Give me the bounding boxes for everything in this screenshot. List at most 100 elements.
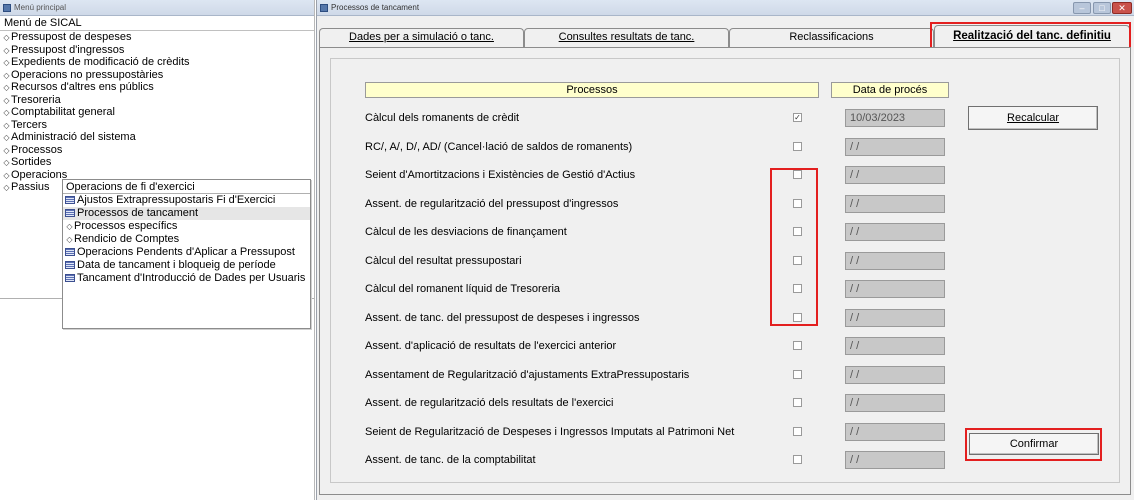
- process-row: Càlcul del resultat pressupostari / /: [365, 251, 945, 270]
- process-row: Assent. de regularització del pressupost…: [365, 194, 945, 213]
- process-label: Càlcul del resultat pressupostari: [365, 254, 522, 267]
- diamond-icon: ◇: [66, 222, 73, 231]
- process-row: RC/, A/, D/, AD/ (Cancel·lació de saldos…: [365, 137, 945, 156]
- diamond-icon: ◇: [3, 183, 10, 192]
- menu-item-operacions-no-pressupostaries[interactable]: ◇Operacions no pressupostàries: [0, 69, 314, 82]
- process-date-field: / /: [845, 337, 945, 355]
- submenu-item-tancament-introduccio[interactable]: Tancament d'Introducció de Dades per Usu…: [63, 272, 310, 285]
- process-date-field: / /: [845, 451, 945, 469]
- checkbox-highlight-box: [770, 168, 818, 326]
- process-label: Assent. de tanc. del pressupost de despe…: [365, 311, 640, 324]
- menu-item-sortides[interactable]: ◇Sortides: [0, 156, 314, 169]
- menu-item-processos[interactable]: ◇Processos: [0, 144, 314, 157]
- process-row: Assent. d'aplicació de resultats de l'ex…: [365, 337, 945, 355]
- diamond-icon: ◇: [3, 108, 10, 117]
- submenu-title: Operacions de fi d'exercici: [63, 180, 310, 194]
- process-label: Assent. de regularització del pressupost…: [365, 197, 619, 210]
- tab-reclassificacions[interactable]: Reclassificacions: [729, 28, 934, 47]
- process-date-field: / /: [845, 365, 945, 384]
- grid-icon: [65, 274, 75, 282]
- process-label: Seient d'Amortitzacions i Existències de…: [365, 169, 636, 181]
- main-menu-titlebar: Menú principal: [0, 0, 314, 16]
- diamond-icon: ◇: [66, 235, 73, 244]
- closing-processes-titlebar: Processos de tancament – □ ✕: [317, 0, 1134, 16]
- closing-processes-window: Processos de tancament – □ ✕ Dades per a…: [316, 0, 1134, 500]
- process-date-field: / /: [845, 422, 945, 441]
- process-label: Assentament de Regularització d'ajustame…: [365, 368, 690, 381]
- process-date-header: Data de procés: [831, 82, 949, 98]
- process-row: Assentament de Regularització d'ajustame…: [365, 365, 945, 384]
- menu-item-tercers[interactable]: ◇Tercers: [0, 119, 314, 132]
- submenu-item-operacions-pendents[interactable]: Operacions Pendents d'Aplicar a Pressupo…: [63, 246, 310, 259]
- app-icon: [3, 3, 11, 12]
- menu-title: Menú de SICAL: [0, 16, 314, 31]
- process-label: Seient de Regularització de Despeses i I…: [365, 425, 735, 438]
- diamond-icon: ◇: [3, 133, 10, 142]
- process-date-field: / /: [845, 166, 945, 184]
- process-date-field: / /: [845, 280, 945, 298]
- process-label: RC/, A/, D/, AD/ (Cancel·lació de saldos…: [365, 140, 633, 153]
- process-checkbox[interactable]: [793, 369, 802, 379]
- menu-item-comptabilitat-general[interactable]: ◇Comptabilitat general: [0, 106, 314, 119]
- process-date-field: / /: [845, 308, 945, 327]
- app-icon: [320, 3, 328, 12]
- process-checkbox[interactable]: [793, 141, 802, 151]
- process-label: Càlcul de les desviacions de finançament: [365, 226, 567, 238]
- process-row: Assent. de regularització dels resultats…: [365, 394, 945, 412]
- grid-icon: [65, 248, 75, 256]
- process-label: Assent. de regularització dels resultats…: [365, 397, 614, 409]
- process-checkbox[interactable]: [793, 426, 802, 436]
- submenu-item-processos-especifics[interactable]: ◇Processos específics: [63, 220, 310, 233]
- process-row: Seient de Regularització de Despeses i I…: [365, 422, 945, 441]
- menu-item-expedients[interactable]: ◇Expedients de modificació de crèdits: [0, 56, 314, 69]
- process-label: Assent. d'aplicació de resultats de l'ex…: [365, 340, 617, 352]
- close-icon[interactable]: ✕: [1112, 2, 1132, 14]
- grid-icon: [65, 209, 75, 217]
- process-label: Càlcul dels romanents de crèdit: [365, 112, 520, 124]
- tab-consultes-resultats[interactable]: Consultes resultats de tanc.: [524, 28, 729, 47]
- recalculate-button[interactable]: Recalcular: [968, 106, 1098, 130]
- process-row: Assent. de tanc. de la comptabilitat / /: [365, 451, 945, 469]
- grid-icon: [65, 261, 75, 269]
- diamond-icon: ◇: [3, 58, 10, 67]
- process-row: Càlcul dels romanents de crèdit ✓ 10/03/20…: [365, 109, 945, 127]
- main-menu-window-title: Menú principal: [14, 3, 67, 12]
- process-row: Assent. de tanc. del pressupost de despe…: [365, 308, 945, 327]
- process-date-field: 10/03/2023: [845, 109, 945, 127]
- diamond-icon: ◇: [3, 83, 10, 92]
- confirm-highlight-box: [965, 428, 1102, 461]
- process-label: Assent. de tanc. de la comptabilitat: [365, 454, 536, 466]
- process-row: Càlcul de les desviacions de finançament…: [365, 223, 945, 241]
- process-date-field: / /: [845, 251, 945, 270]
- closing-processes-window-title: Processos de tancament: [331, 3, 420, 12]
- menu-item-pressupost-ingressos[interactable]: ◇Pressupost d'ingressos: [0, 44, 314, 57]
- tab-bar: Dades per a simulació o tanc. Consultes …: [317, 22, 1134, 52]
- submenu-item-processos-tancament[interactable]: Processos de tancament: [63, 207, 310, 220]
- process-checkbox[interactable]: [793, 455, 802, 464]
- processes-header: Processos: [365, 82, 819, 98]
- process-date-field: / /: [845, 137, 945, 156]
- process-checkbox[interactable]: [793, 398, 802, 407]
- menu-item-tresoreria[interactable]: ◇Tresoreria: [0, 94, 314, 107]
- menu-item-pressupost-despeses[interactable]: ◇Pressupost de despeses: [0, 31, 314, 44]
- process-row: Càlcul del romanent líquid de Tresoreria…: [365, 280, 945, 298]
- submenu-item-ajustos[interactable]: Ajustos Extrapressupostaris Fi d'Exercic…: [63, 194, 310, 207]
- maximize-icon[interactable]: □: [1093, 2, 1111, 14]
- process-date-field: / /: [845, 194, 945, 213]
- process-checkbox[interactable]: [793, 341, 802, 350]
- menu-item-recursos[interactable]: ◇Recursos d'altres ens públics: [0, 81, 314, 94]
- tab-dades-simulacio[interactable]: Dades per a simulació o tanc.: [319, 28, 524, 47]
- year-end-submenu: Operacions de fi d'exercici Ajustos Extr…: [62, 179, 311, 329]
- process-label: Càlcul del romanent líquid de Tresoreria: [365, 283, 561, 295]
- submenu-item-data-tancament[interactable]: Data de tancament i bloqueig de període: [63, 259, 310, 272]
- process-date-field: / /: [845, 223, 945, 241]
- process-row: Seient d'Amortitzacions i Existències de…: [365, 166, 945, 184]
- diamond-icon: ◇: [3, 158, 10, 167]
- minimize-icon[interactable]: –: [1073, 2, 1091, 14]
- grid-icon: [65, 196, 75, 204]
- diamond-icon: ◇: [3, 33, 10, 42]
- submenu-item-rendicio-comptes[interactable]: ◇Rendicio de Comptes: [63, 233, 310, 246]
- process-date-field: / /: [845, 394, 945, 412]
- process-checkbox-checked[interactable]: ✓: [793, 113, 802, 122]
- menu-item-administracio[interactable]: ◇Administració del sistema: [0, 131, 314, 144]
